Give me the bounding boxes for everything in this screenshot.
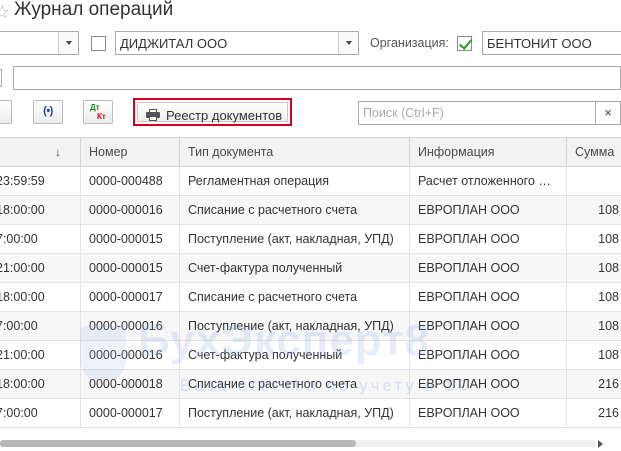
cell-sum: 108 bbox=[598, 290, 619, 304]
create-button[interactable] bbox=[0, 100, 12, 124]
column-header-sum[interactable]: Сумма bbox=[567, 138, 621, 167]
table-row[interactable]: 21:00:00 0000-000015 Счет-фактура полученн… bbox=[0, 254, 621, 283]
cell-date: 7:00:00 bbox=[0, 312, 81, 340]
cell-info: ЕВРОПЛАН ООО bbox=[410, 196, 567, 224]
cell-number: 0000-000015 bbox=[81, 254, 180, 282]
cell-info: ЕВРОПЛАН ООО bbox=[410, 312, 567, 340]
registry-documents-button-highlight: Реестр документов bbox=[133, 98, 292, 126]
table-row[interactable]: 18:00:00 0000-000016 Списание с расчетного… bbox=[0, 196, 621, 225]
table-row[interactable]: 7:00:00 0000-000015 Поступление (акт, накл… bbox=[0, 225, 621, 254]
horizontal-scrollbar[interactable] bbox=[0, 437, 621, 451]
registry-documents-label: Реестр документов bbox=[166, 108, 283, 123]
cell-info: ЕВРОПЛАН ООО bbox=[410, 254, 567, 282]
column-header-date[interactable]: ↓ bbox=[0, 138, 81, 167]
organization-select[interactable]: БЕНТОНИТ ООО bbox=[482, 31, 621, 55]
cell-number: 0000-000016 bbox=[81, 341, 180, 369]
cell-date: 7:00:00 bbox=[0, 399, 81, 427]
cell-sum: 108 bbox=[598, 203, 619, 217]
search-clear-button[interactable]: × bbox=[596, 101, 621, 125]
page-title: Журнал операций bbox=[14, 0, 174, 20]
cell-sum: 108 bbox=[598, 319, 619, 333]
organization-value: БЕНТОНИТ ООО bbox=[487, 36, 592, 51]
cell-doc-type: Счет-фактура полученный bbox=[180, 341, 410, 369]
cell-info: Расчет отложенного … bbox=[410, 167, 567, 195]
cell-number: 0000-000018 bbox=[81, 370, 180, 398]
column-header-number[interactable]: Номер bbox=[81, 138, 180, 167]
cell-info: ЕВРОПЛАН ООО bbox=[410, 225, 567, 253]
cell-doc-type: Списание с расчетного счета bbox=[180, 370, 410, 398]
dt-kt-button[interactable]: Дт Кт bbox=[83, 100, 113, 124]
table-row[interactable]: 18:00:00 0000-000018 Списание с расчетного… bbox=[0, 370, 621, 399]
table-row[interactable]: 7:00:00 0000-000017 Поступление (акт, накл… bbox=[0, 399, 621, 428]
cell-number: 0000-000017 bbox=[81, 399, 180, 427]
cell-doc-type: Поступление (акт, накладная, УПД) bbox=[180, 225, 410, 253]
cell-number: 0000-000016 bbox=[81, 196, 180, 224]
cell-sum: 108 bbox=[598, 261, 619, 275]
cell-doc-type: Поступление (акт, накладная, УПД) bbox=[180, 312, 410, 340]
filter-text-field[interactable] bbox=[13, 66, 621, 90]
counterparty-select[interactable]: ДИДЖИТАЛ ООО bbox=[115, 31, 359, 55]
kt-label: Кт bbox=[97, 112, 106, 121]
cell-number: 0000-000488 bbox=[81, 167, 180, 195]
cell-date: 18:00:00 bbox=[0, 370, 81, 398]
radio-button[interactable]: (•) bbox=[33, 100, 63, 124]
cell-date: 7:00:00 bbox=[0, 225, 81, 253]
search-input[interactable] bbox=[359, 102, 595, 124]
cell-sum: 108 bbox=[598, 348, 619, 362]
cell-doc-type: Поступление (акт, накладная, УПД) bbox=[180, 399, 410, 427]
documents-table: ↓ Номер Тип документа Информация Сумма 2… bbox=[0, 137, 621, 437]
cell-info: ЕВРОПЛАН ООО bbox=[410, 370, 567, 398]
organization-checkbox[interactable] bbox=[457, 36, 472, 51]
cell-sum: 216 bbox=[598, 377, 619, 391]
favorite-star-icon[interactable]: ☆ bbox=[0, 2, 10, 22]
scrollbar-thumb[interactable] bbox=[0, 440, 356, 447]
registry-documents-button[interactable]: Реестр документов bbox=[137, 102, 288, 123]
filter-row-2 bbox=[0, 66, 621, 90]
counterparty-value: ДИДЖИТАЛ ООО bbox=[120, 36, 228, 51]
cell-doc-type: Списание с расчетного счета bbox=[180, 196, 410, 224]
cell-info: ЕВРОПЛАН ООО bbox=[410, 399, 567, 427]
cell-date: 21:00:00 bbox=[0, 254, 81, 282]
column-header-info[interactable]: Информация bbox=[410, 138, 567, 167]
cell-sum: 216 bbox=[598, 406, 619, 420]
cell-doc-type: Регламентная операция bbox=[180, 167, 410, 195]
column-header-doc-type[interactable]: Тип документа bbox=[180, 138, 410, 167]
cell-number: 0000-000016 bbox=[81, 312, 180, 340]
cell-number: 0000-000015 bbox=[81, 225, 180, 253]
filter-row: ДИДЖИТАЛ ООО Организация: БЕНТОНИТ ООО bbox=[0, 31, 621, 56]
table-row[interactable]: 23:59:59 0000-000488 Регламентная операция… bbox=[0, 167, 621, 196]
chevron-down-icon[interactable] bbox=[338, 32, 358, 54]
chevron-down-icon[interactable] bbox=[58, 32, 78, 54]
printer-icon bbox=[146, 109, 160, 121]
table-row[interactable]: 18:00:00 0000-000017 Списание с расчетного… bbox=[0, 283, 621, 312]
cell-sum: 108 bbox=[598, 232, 619, 246]
table-row[interactable]: 7:00:00 0000-000016 Поступление (акт, накл… bbox=[0, 312, 621, 341]
counterparty-checkbox[interactable] bbox=[91, 36, 106, 51]
table-row[interactable]: 21:00:00 0000-000016 Счет-фактура полученн… bbox=[0, 341, 621, 370]
dt-label: Дт bbox=[90, 103, 100, 112]
cell-date: 18:00:00 bbox=[0, 196, 81, 224]
search-box bbox=[358, 101, 596, 125]
organization-label: Организация: bbox=[370, 36, 449, 50]
sort-desc-icon: ↓ bbox=[55, 145, 61, 159]
radio-signal-icon: (•) bbox=[43, 105, 53, 117]
cell-date: 23:59:59 bbox=[0, 167, 81, 195]
title-bar: ☆ Журнал операций bbox=[0, 0, 621, 26]
scroll-right-icon[interactable] bbox=[598, 440, 603, 448]
cell-doc-type: Списание с расчетного счета bbox=[180, 283, 410, 311]
period-select[interactable] bbox=[0, 31, 79, 55]
cell-doc-type: Счет-фактура полученный bbox=[180, 254, 410, 282]
cell-info: ЕВРОПЛАН ООО bbox=[410, 283, 567, 311]
cell-date: 21:00:00 bbox=[0, 341, 81, 369]
cell-number: 0000-000017 bbox=[81, 283, 180, 311]
table-header: ↓ Номер Тип документа Информация Сумма bbox=[0, 138, 621, 167]
cell-sum bbox=[567, 167, 621, 195]
cell-date: 18:00:00 bbox=[0, 283, 81, 311]
filter-toggle-box[interactable] bbox=[0, 69, 2, 87]
cell-info: ЕВРОПЛАН ООО bbox=[410, 341, 567, 369]
